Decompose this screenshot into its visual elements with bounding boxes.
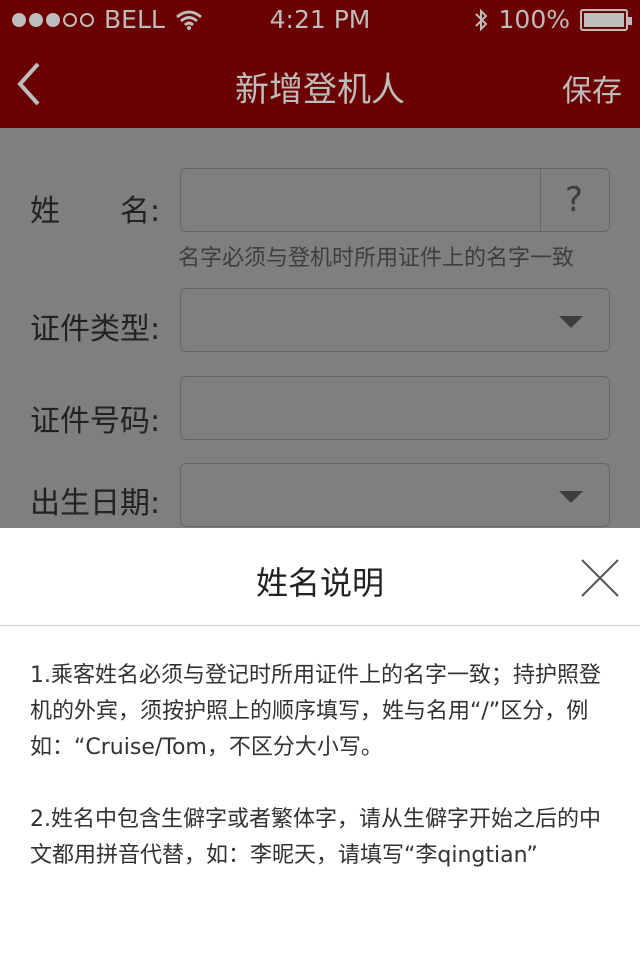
name-field[interactable]: ? [180, 168, 610, 232]
name-label: 姓 名: [30, 194, 161, 229]
explanation-paragraph-1: 1.乘客姓名必须与登记时所用证件上的名字一致；持护照登机的外宾，须按护照上的顺序… [30, 663, 601, 760]
status-right: 100% [473, 5, 632, 34]
birth-date-label: 出生日期: [30, 486, 161, 521]
bluetooth-icon [474, 8, 487, 31]
status-bar: BELL 4:21 PM 100% [0, 0, 640, 40]
passenger-form: 姓 名: ? 名字必须与登机时所用证件上的名字一致 证件类型: 证件号码: 出生… [0, 128, 640, 528]
battery-percent: 100% [498, 5, 570, 34]
save-button[interactable]: 保存 [562, 66, 622, 110]
battery-icon [580, 8, 632, 31]
nav-bar: 新增登机人 保存 [0, 40, 640, 128]
dropdown-arrow-icon [559, 491, 583, 503]
explanation-paragraph-2: 2.姓名中包含生僻字或者繁体字，请从生僻字开始之后的中文都用拼音代替，如：李昵天… [30, 807, 601, 868]
panel-title: 姓名说明 [255, 564, 384, 602]
close-icon[interactable] [580, 558, 620, 598]
name-explanation-panel: 姓名说明 1.乘客姓名必须与登记时所用证件上的名字一致；持护照登机的外宾，须按护… [0, 528, 640, 960]
name-hint: 名字必须与登机时所用证件上的名字一致 [178, 246, 575, 271]
panel-divider [0, 625, 640, 626]
id-number-label: 证件号码: [30, 404, 161, 439]
birth-date-select[interactable] [180, 463, 610, 527]
page-title: 新增登机人 [235, 70, 405, 110]
id-type-select[interactable] [180, 288, 610, 352]
name-help-button[interactable]: ? [539, 169, 609, 231]
dropdown-arrow-icon [559, 316, 583, 328]
id-number-field[interactable] [180, 376, 610, 440]
id-type-label: 证件类型: [30, 312, 161, 347]
